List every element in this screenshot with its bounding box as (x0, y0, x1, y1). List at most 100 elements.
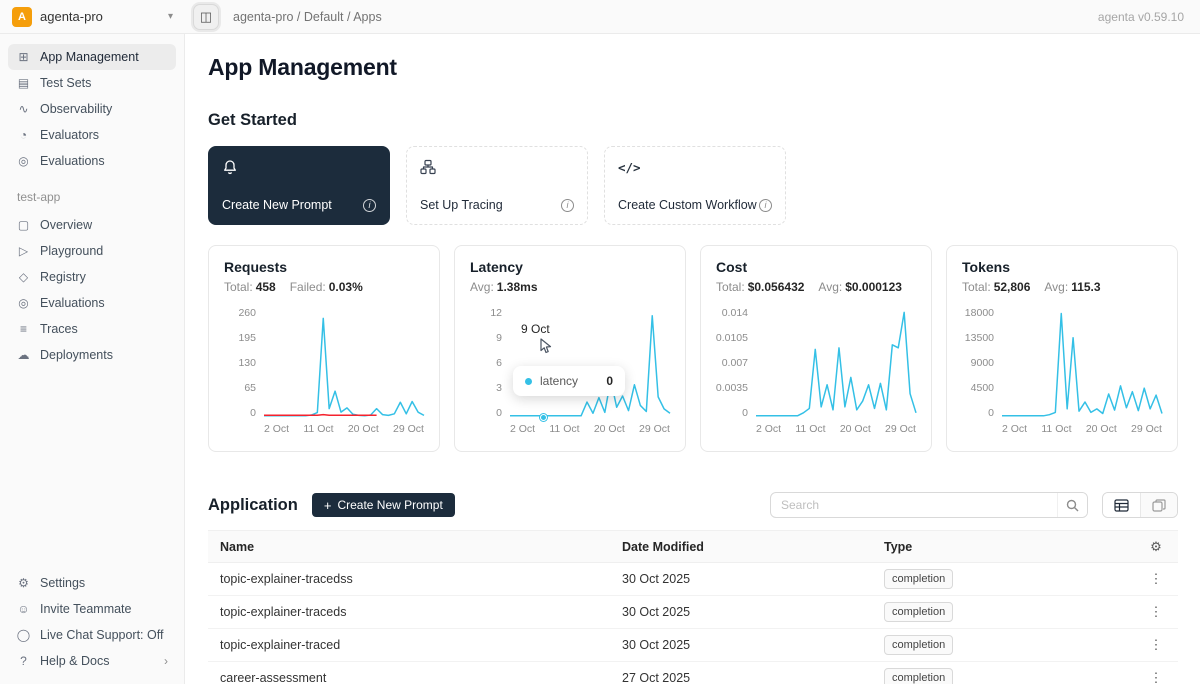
info-icon[interactable]: i (759, 199, 772, 212)
sidebar-item-label: Deployments (40, 348, 113, 362)
sidebar-item-live-chat[interactable]: ◯ Live Chat Support: Off (8, 622, 176, 648)
stat-substat: Total:$0.056432 (716, 280, 804, 294)
row-more-button[interactable]: ⋮ (1134, 637, 1178, 653)
stat-title: Requests (224, 259, 424, 275)
column-header-settings: ⚙ (1134, 539, 1178, 555)
sidebar-item-evaluators[interactable]: ◔ Evaluators (8, 122, 176, 148)
page-title: App Management (208, 54, 1178, 81)
stat-title: Cost (716, 259, 916, 275)
type-badge: completion (884, 668, 953, 684)
sidebar-item-label: Evaluators (40, 128, 99, 142)
tooltip-value: 0 (606, 374, 613, 388)
info-icon[interactable]: i (363, 199, 376, 212)
type-badge: completion (884, 569, 953, 589)
get-started-cards: Create New Prompt i Set Up Tracing i (208, 146, 1178, 225)
y-axis-labels: 260195130650 (224, 308, 264, 418)
table-row[interactable]: topic-explainer-traced 30 Oct 2025 compl… (208, 629, 1178, 662)
help-icon: ? (16, 654, 31, 668)
registry-icon: ◇ (16, 270, 31, 284)
create-new-prompt-button[interactable]: + Create New Prompt (312, 493, 455, 517)
sidebar-item-label: Settings (40, 576, 85, 590)
sidebar-item-label: App Management (40, 50, 139, 64)
sidebar-item-registry[interactable]: ◇ Registry (8, 264, 176, 290)
y-axis-labels: 129630 (470, 308, 510, 418)
table-row[interactable]: topic-explainer-tracedss 30 Oct 2025 com… (208, 563, 1178, 596)
app-name: topic-explainer-traceds (208, 605, 610, 619)
chart-plot[interactable] (264, 308, 424, 418)
table-view-icon (1114, 499, 1129, 512)
stat-substat: Total:458 (224, 280, 276, 294)
sidebar-item-label: Overview (40, 218, 92, 232)
card-label: Create Custom Workflow (618, 198, 757, 212)
sidebar-item-deployments[interactable]: ☁ Deployments (8, 342, 176, 368)
sidebar-item-test-sets[interactable]: ▤ Test Sets (8, 70, 176, 96)
column-header-type: Type (872, 540, 1134, 554)
sidebar-item-overview[interactable]: ▢ Overview (8, 212, 176, 238)
sidebar: ⊞ App Management ▤ Test Sets ∿ Observabi… (0, 34, 185, 684)
row-more-button[interactable]: ⋮ (1134, 604, 1178, 620)
overview-icon: ▢ (16, 218, 31, 232)
app-type: completion (872, 635, 1134, 655)
live-chat-icon: ◯ (16, 628, 31, 642)
gear-icon[interactable]: ⚙ (1150, 539, 1162, 555)
sidebar-item-invite-teammate[interactable]: ☺ Invite Teammate (8, 596, 176, 622)
column-header-date-modified: Date Modified (610, 540, 872, 554)
sidebar-item-app-evaluations[interactable]: ◎ Evaluations (8, 290, 176, 316)
traces-icon: ≡ (16, 322, 31, 336)
app-name: career-assessment (208, 671, 610, 684)
playground-icon: ▷ (16, 244, 31, 258)
stat-title: Tokens (962, 259, 1162, 275)
app-name: topic-explainer-traced (208, 638, 610, 652)
row-more-button[interactable]: ⋮ (1134, 670, 1178, 684)
sidebar-item-settings[interactable]: ⚙ Settings (8, 570, 176, 596)
chart-tooltip: latency 0 (513, 366, 625, 396)
sidebar-item-playground[interactable]: ▷ Playground (8, 238, 176, 264)
evaluators-icon: ◔ (16, 128, 31, 142)
table-header: Name Date Modified Type ⚙ (208, 531, 1178, 563)
chart-plot[interactable] (1002, 308, 1162, 418)
table-row[interactable]: topic-explainer-traceds 30 Oct 2025 comp… (208, 596, 1178, 629)
stat-substat: Avg:$0.000123 (818, 280, 902, 294)
sidebar-item-label: Playground (40, 244, 103, 258)
sidebar-item-evaluations[interactable]: ◎ Evaluations (8, 148, 176, 174)
hovered-point-dot (540, 414, 547, 421)
create-new-prompt-card[interactable]: Create New Prompt i (208, 146, 390, 225)
row-more-button[interactable]: ⋮ (1134, 571, 1178, 587)
chart-plot[interactable] (756, 308, 916, 418)
cursor-icon (539, 338, 553, 354)
sidebar-item-observability[interactable]: ∿ Observability (8, 96, 176, 122)
sidebar-item-label: Live Chat Support: Off (40, 628, 163, 642)
set-up-tracing-card[interactable]: Set Up Tracing i (406, 146, 588, 225)
create-custom-workflow-card[interactable]: </> Create Custom Workflow i (604, 146, 786, 225)
cost-chart: 0.0140.01050.0070.00350 2 Oct11 Oct20 Oc… (716, 308, 916, 435)
card-view-button[interactable] (1140, 493, 1177, 517)
app-name: topic-explainer-tracedss (208, 572, 610, 586)
search-button[interactable] (1057, 493, 1087, 517)
tokens-chart: 1800013500900045000 2 Oct11 Oct20 Oct29 … (962, 308, 1162, 435)
sidebar-spacer (8, 368, 176, 570)
info-icon[interactable]: i (561, 199, 574, 212)
tokens-stat-card: Tokens Total:52,806 Avg:115.3 1800013500… (946, 245, 1178, 452)
search-input[interactable] (771, 493, 1057, 517)
main-content: App Management Get Started Create New Pr… (185, 34, 1200, 684)
sidebar-section-test-app: test-app (17, 190, 176, 204)
sidebar-item-app-management[interactable]: ⊞ App Management (8, 44, 176, 70)
table-view-button[interactable] (1103, 493, 1140, 517)
sidebar-item-label: Invite Teammate (40, 602, 131, 616)
sidebar-item-label: Evaluations (40, 296, 105, 310)
breadcrumb[interactable]: agenta-pro / Default / Apps (233, 10, 382, 24)
sidebar-item-label: Help & Docs (40, 654, 109, 668)
table-row[interactable]: career-assessment 27 Oct 2025 completion… (208, 662, 1178, 684)
row-actions: ⋮ (1134, 571, 1178, 587)
card-view-icon (1152, 499, 1166, 512)
x-axis-labels: 2 Oct11 Oct20 Oct29 Oct (756, 423, 916, 435)
type-badge: completion (884, 635, 953, 655)
sidebar-item-label: Evaluations (40, 154, 105, 168)
test-sets-icon: ▤ (16, 76, 31, 90)
sidebar-collapse-button[interactable]: ◫ (193, 4, 219, 30)
app-date-modified: 30 Oct 2025 (610, 605, 872, 619)
workspace-selector[interactable]: A agenta-pro ▾ (0, 7, 185, 27)
sidebar-item-traces[interactable]: ≡ Traces (8, 316, 176, 342)
sidebar-item-help-docs[interactable]: ? Help & Docs › (8, 648, 176, 674)
workspace-name: agenta-pro (40, 9, 103, 24)
